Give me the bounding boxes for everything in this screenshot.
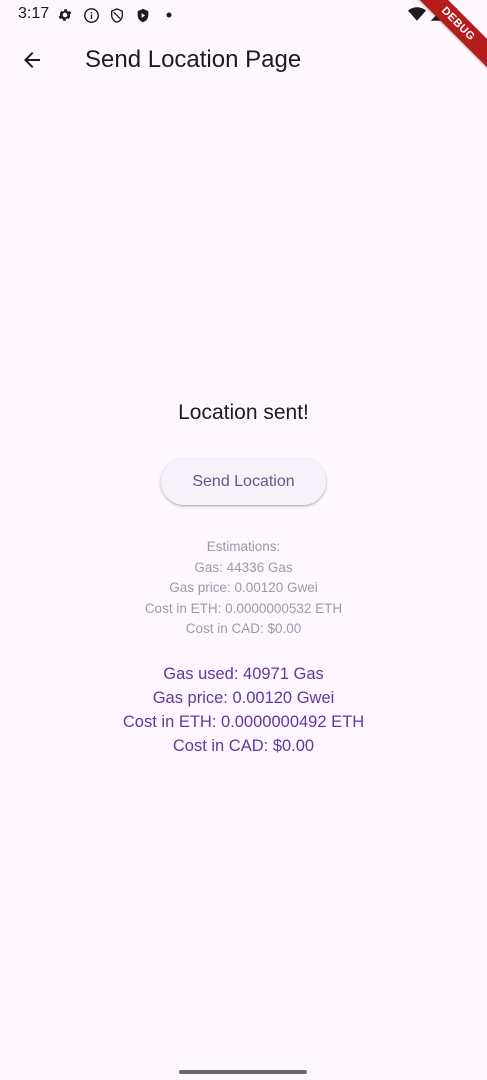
status-message: Location sent! [178, 401, 309, 424]
status-time: 3:17 [18, 5, 50, 22]
send-button-container: Send Location [0, 459, 487, 505]
estimated-cost-eth: Cost in ETH: 0.0000000532 ETH [144, 600, 343, 616]
actuals-panel: Gas used: 40971 Gas Gas price: 0.00120 G… [0, 662, 487, 758]
screen: 3:17 DEBUG Send Location Page Location s… [0, 0, 487, 1080]
home-indicator[interactable] [179, 1070, 307, 1074]
shield-icon [108, 6, 126, 24]
estimated-gas-price: Gas price: 0.00120 Gwei [169, 580, 318, 595]
estimations-heading: Estimations: [206, 539, 281, 554]
back-button[interactable] [12, 42, 52, 82]
estimated-cost-cad: Cost in CAD: $0.00 [185, 621, 302, 636]
estimations-panel: Estimations: Gas: 44336 Gas Gas price: 0… [0, 537, 487, 640]
settings-gear-icon [56, 6, 74, 24]
actual-cost-eth: Cost in ETH: 0.0000000492 ETH [122, 713, 365, 731]
send-location-button[interactable]: Send Location [161, 459, 326, 505]
arrow-back-icon [20, 48, 44, 77]
gas-used: Gas used: 40971 Gas [163, 665, 324, 683]
app-bar: Send Location Page [0, 30, 487, 94]
shield-play-icon [134, 6, 152, 24]
info-icon [82, 6, 100, 24]
status-bar: 3:17 [0, 0, 487, 30]
dot-icon [160, 6, 178, 24]
estimated-gas: Gas: 44336 Gas [194, 559, 293, 575]
page-title: Send Location Page [85, 46, 302, 73]
actual-gas-price: Gas price: 0.00120 Gwei [152, 689, 335, 707]
status-icons-left [56, 6, 178, 24]
actual-cost-cad: Cost in CAD: $0.00 [172, 737, 315, 755]
wifi-icon [408, 6, 426, 27]
